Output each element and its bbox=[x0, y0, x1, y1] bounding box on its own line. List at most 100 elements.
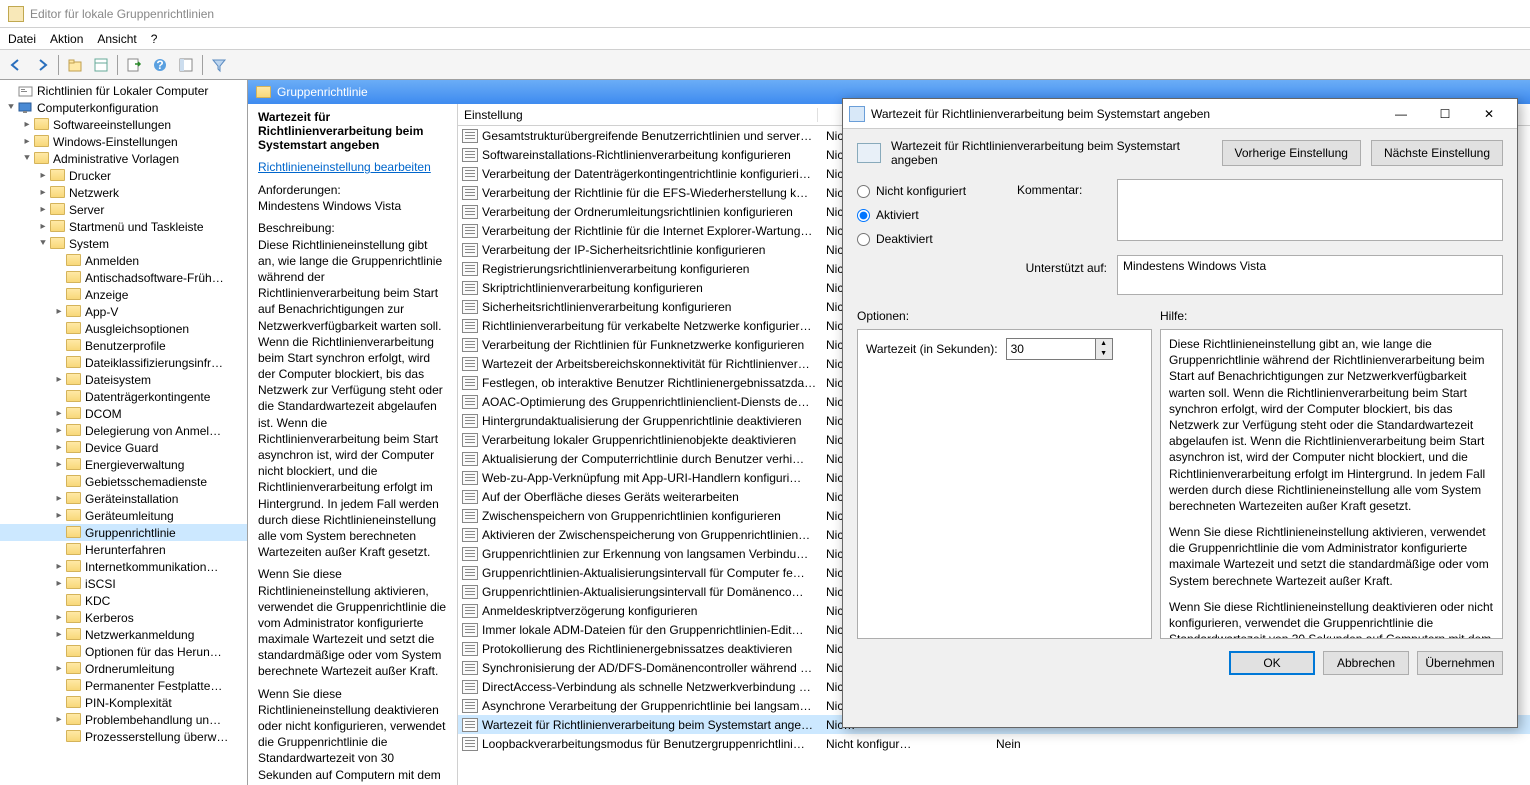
tree-item[interactable]: Prozesserstellung überw… bbox=[0, 728, 247, 745]
up-button[interactable] bbox=[63, 53, 87, 77]
menu-file[interactable]: Datei bbox=[8, 32, 36, 46]
tree-arrow-icon[interactable]: ▸ bbox=[52, 374, 66, 385]
tree-item[interactable]: ▸Softwareeinstellungen bbox=[0, 116, 247, 133]
tree-arrow-icon[interactable]: ▸ bbox=[52, 714, 66, 725]
tree-arrow-icon[interactable]: ▸ bbox=[52, 578, 66, 589]
tree-item[interactable]: ▸Problembehandlung un… bbox=[0, 711, 247, 728]
tree-item[interactable]: ▸Drucker bbox=[0, 167, 247, 184]
tree-item-label: Ordnerumleitung bbox=[85, 662, 174, 676]
tree-item[interactable]: ▸DCOM bbox=[0, 405, 247, 422]
close-button[interactable]: ✕ bbox=[1467, 100, 1511, 128]
tree-arrow-icon[interactable]: ▸ bbox=[52, 561, 66, 572]
back-button[interactable] bbox=[4, 53, 28, 77]
export-button[interactable] bbox=[122, 53, 146, 77]
tree-arrow-icon[interactable]: ▸ bbox=[52, 442, 66, 453]
tree-arrow-icon[interactable]: ⯆ bbox=[4, 102, 18, 113]
dialog-titlebar[interactable]: Wartezeit für Richtlinienverarbeitung be… bbox=[843, 99, 1517, 129]
tree-item[interactable]: Antischadsoftware-Früh… bbox=[0, 269, 247, 286]
tree-item[interactable]: ▸Delegierung von Anmel… bbox=[0, 422, 247, 439]
tree-item[interactable]: ▸Geräteinstallation bbox=[0, 490, 247, 507]
tree-item[interactable]: ▸Dateisystem bbox=[0, 371, 247, 388]
show-hide-button[interactable] bbox=[89, 53, 113, 77]
tree-item[interactable]: Benutzerprofile bbox=[0, 337, 247, 354]
tree-arrow-icon[interactable]: ▸ bbox=[52, 425, 66, 436]
tree-arrow-icon[interactable]: ▸ bbox=[36, 221, 50, 232]
maximize-button[interactable]: ☐ bbox=[1423, 100, 1467, 128]
radio-not-configured[interactable]: Nicht konfiguriert bbox=[857, 179, 1007, 203]
ok-button[interactable]: OK bbox=[1229, 651, 1315, 675]
tree-arrow-icon[interactable]: ▸ bbox=[52, 493, 66, 504]
tree-item[interactable]: ▸iSCSI bbox=[0, 575, 247, 592]
tree-arrow-icon[interactable]: ▸ bbox=[36, 187, 50, 198]
tree-item[interactable]: ⯆Computerkonfiguration bbox=[0, 99, 247, 116]
tree-item[interactable]: Optionen für das Herun… bbox=[0, 643, 247, 660]
tree-arrow-icon[interactable]: ▸ bbox=[52, 408, 66, 419]
tree-item[interactable]: Datenträgerkontingente bbox=[0, 388, 247, 405]
comment-textarea[interactable] bbox=[1117, 179, 1503, 241]
tree-arrow-icon[interactable]: ▸ bbox=[52, 306, 66, 317]
tree-item[interactable]: ▸Startmenü und Taskleiste bbox=[0, 218, 247, 235]
tree-item[interactable]: ▸Server bbox=[0, 201, 247, 218]
setting-name: Gesamtstrukturübergreifende Benutzerrich… bbox=[482, 129, 822, 143]
apply-button[interactable]: Übernehmen bbox=[1417, 651, 1503, 675]
tree-item[interactable]: Ausgleichsoptionen bbox=[0, 320, 247, 337]
tree-item[interactable]: Richtlinien für Lokaler Computer bbox=[0, 82, 247, 99]
menu-action[interactable]: Aktion bbox=[50, 32, 83, 46]
filter-button[interactable] bbox=[207, 53, 231, 77]
tree-arrow-icon[interactable]: ▸ bbox=[20, 119, 34, 130]
tree-arrow-icon[interactable]: ▸ bbox=[52, 629, 66, 640]
tree-item[interactable]: Dateiklassifizierungsinfr… bbox=[0, 354, 247, 371]
menu-help[interactable]: ? bbox=[151, 32, 158, 46]
tree-item[interactable]: ▸App-V bbox=[0, 303, 247, 320]
tree-item[interactable]: ▸Energieverwaltung bbox=[0, 456, 247, 473]
tree-item[interactable]: ▸ Ordnerumleitung bbox=[0, 660, 247, 677]
tree-item[interactable]: KDC bbox=[0, 592, 247, 609]
tree-item[interactable]: ▸Device Guard bbox=[0, 439, 247, 456]
tree-arrow-icon[interactable]: ▸ bbox=[36, 170, 50, 181]
tree-item[interactable]: Permanenter Festplatte… bbox=[0, 677, 247, 694]
tree-arrow-icon[interactable]: ▸ bbox=[20, 136, 34, 147]
wait-time-input[interactable] bbox=[1007, 342, 1095, 356]
tree-item[interactable]: PIN-Komplexität bbox=[0, 694, 247, 711]
tree-item[interactable]: ▸Internetkommunikation… bbox=[0, 558, 247, 575]
tree-arrow-icon[interactable]: ⯆ bbox=[20, 153, 34, 164]
edit-policy-link[interactable]: Richtlinieneinstellung bearbeiten bbox=[258, 160, 447, 174]
minimize-button[interactable]: — bbox=[1379, 100, 1423, 128]
pane-button[interactable] bbox=[174, 53, 198, 77]
tree-item[interactable]: ▸Kerberos bbox=[0, 609, 247, 626]
previous-setting-button[interactable]: Vorherige Einstellung bbox=[1222, 140, 1361, 166]
tree-item[interactable]: Anzeige bbox=[0, 286, 247, 303]
tree-arrow-icon[interactable]: ⯆ bbox=[36, 238, 50, 249]
tree-item[interactable]: ▸Geräteumleitung bbox=[0, 507, 247, 524]
tree-pane[interactable]: Richtlinien für Lokaler Computer⯆Compute… bbox=[0, 80, 248, 785]
tree-item[interactable]: Gebietsschemadienste bbox=[0, 473, 247, 490]
radio-enabled[interactable]: Aktiviert bbox=[857, 203, 1007, 227]
tree-item[interactable]: ▸Netzwerk bbox=[0, 184, 247, 201]
next-setting-button[interactable]: Nächste Einstellung bbox=[1371, 140, 1503, 166]
tree-item[interactable]: Herunterfahren bbox=[0, 541, 247, 558]
tree-item[interactable]: ⯆System bbox=[0, 235, 247, 252]
tree-item[interactable]: ⯆Administrative Vorlagen bbox=[0, 150, 247, 167]
tree-item[interactable]: Gruppenrichtlinie bbox=[0, 524, 247, 541]
radio-disabled[interactable]: Deaktiviert bbox=[857, 227, 1007, 251]
tree-arrow-icon[interactable]: ▸ bbox=[52, 612, 66, 623]
tree-arrow-icon[interactable]: ▸ bbox=[52, 459, 66, 470]
cancel-button[interactable]: Abbrechen bbox=[1323, 651, 1409, 675]
menu-view[interactable]: Ansicht bbox=[97, 32, 136, 46]
help-box[interactable]: Diese Richtlinieneinstellung gibt an, wi… bbox=[1160, 329, 1503, 639]
spinner-down[interactable]: ▼ bbox=[1096, 349, 1112, 359]
spinner-up[interactable]: ▲ bbox=[1096, 339, 1112, 349]
tree-item[interactable]: ▸Netzwerkanmeldung bbox=[0, 626, 247, 643]
column-setting[interactable]: Einstellung bbox=[458, 108, 818, 122]
tree-arrow-icon[interactable]: ▸ bbox=[52, 510, 66, 521]
list-item[interactable]: Loopbackverarbeitungsmodus für Benutzerg… bbox=[458, 734, 1530, 753]
tree-arrow-icon[interactable]: ▸ bbox=[36, 204, 50, 215]
setting-name: Synchronisierung der AD/DFS-Domänencontr… bbox=[482, 661, 822, 675]
tree-arrow-icon[interactable]: ▸ bbox=[52, 663, 66, 674]
forward-button[interactable] bbox=[30, 53, 54, 77]
tree-item[interactable]: Anmelden bbox=[0, 252, 247, 269]
app-icon bbox=[8, 6, 24, 22]
help-button[interactable]: ? bbox=[148, 53, 172, 77]
tree-item[interactable]: ▸Windows-Einstellungen bbox=[0, 133, 247, 150]
wait-time-spinner[interactable]: ▲ ▼ bbox=[1006, 338, 1113, 360]
